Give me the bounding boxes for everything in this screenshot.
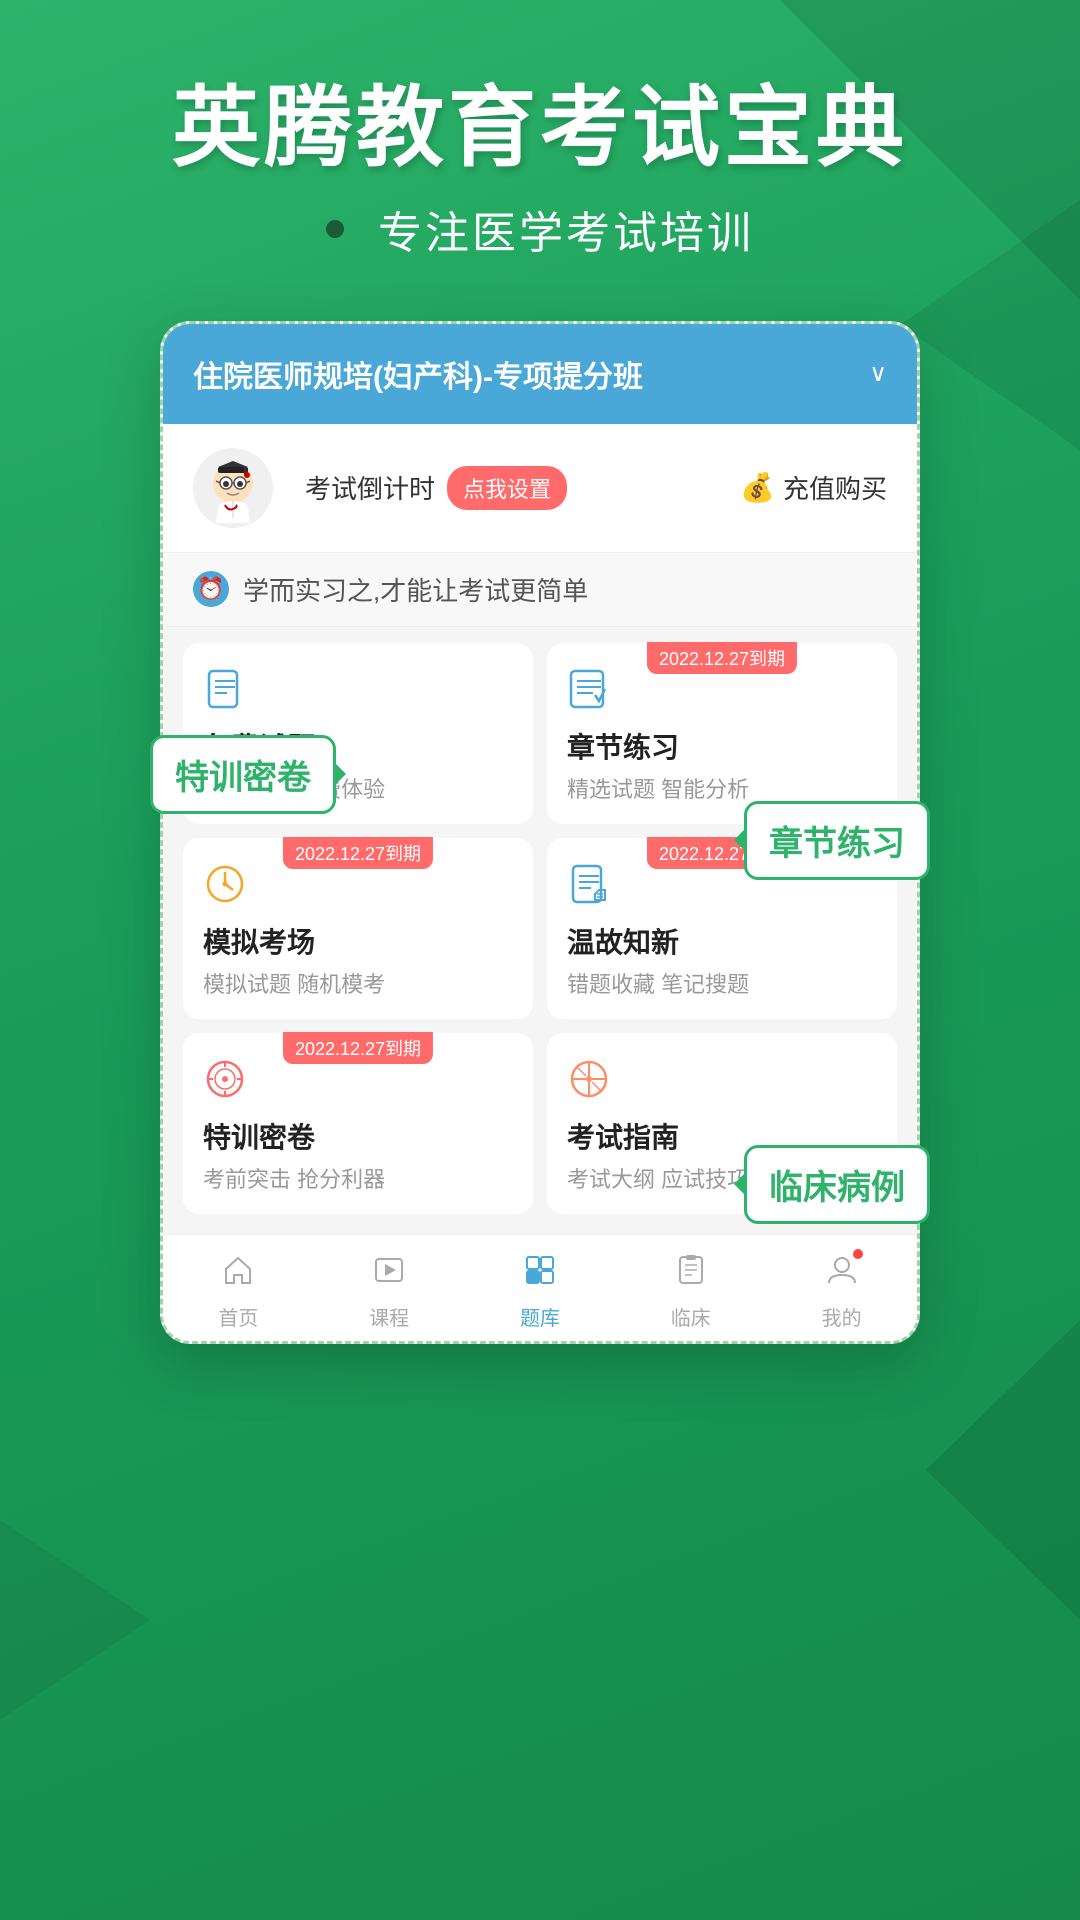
dot-decoration [326,220,344,238]
mascot-avatar [193,448,273,528]
mock-icon [203,862,513,911]
nav-item-clinical[interactable]: 临床 [615,1253,766,1331]
app-header: 住院医师规培(妇产科)-专项提分班 ∨ [163,324,917,424]
free-icon [203,667,513,716]
user-row: 考试倒计时 点我设置 💰 充值购买 [163,424,917,553]
tiku-icon [523,1253,557,1296]
mock-expire-badge: 2022.12.27到期 [283,837,433,869]
header: 英腾教育考试宝典 专注医学考试培训 [0,0,1080,301]
review-title: 温故知新 [567,921,877,961]
secret-expire-badge: 2022.12.27到期 [283,1032,433,1064]
callout-chapter: 章节练习 [744,801,930,880]
callout-clinical: 临床病例 [744,1145,930,1224]
home-icon [221,1253,255,1296]
mine-icon [825,1253,859,1296]
grid-item-secret[interactable]: 2022.12.27到期 特训密卷 考前突击 抢分利器 [183,1033,533,1214]
guide-icon [567,1057,877,1106]
nav-item-mine[interactable]: 我的 [766,1253,917,1331]
recharge-label: 充值购买 [783,469,887,506]
chapter-subtitle: 精选试题 智能分析 [567,772,877,804]
nav-item-home[interactable]: 首页 [163,1253,314,1331]
grid-item-mock[interactable]: 2022.12.27到期 模拟考场 模拟试题 随机模考 [183,838,533,1019]
countdown-label: 考试倒计时 [305,469,435,506]
dropdown-arrow-icon[interactable]: ∨ [869,359,887,388]
recharge-button[interactable]: 💰 充值购买 [740,469,887,506]
nav-label-mine: 我的 [822,1302,862,1331]
course-title: 住院医师规培(妇产科)-专项提分班 [193,352,861,396]
motto-row: ⏰ 学而实习之,才能让考试更简单 [163,553,917,627]
secret-subtitle: 考前突击 抢分利器 [203,1162,513,1194]
grid-item-chapter[interactable]: 2022.12.27到期 章节练习 精选试题 智能分析 [547,643,897,824]
chapter-title: 章节练习 [567,726,877,766]
phone-container: 章节练习 特训密卷 住院医师规培(妇产科)-专项提分班 ∨ [160,321,920,1344]
countdown-set-button[interactable]: 点我设置 [447,466,567,510]
bottom-nav: 首页 课程 [163,1234,917,1341]
mock-title: 模拟考场 [203,921,513,961]
chapter-expire-badge: 2022.12.27到期 [647,642,797,674]
main-title: 英腾教育考试宝典 [60,80,1020,177]
avatar [193,448,273,528]
nav-label-course: 课程 [369,1302,409,1331]
bg-shape-bottom-right [860,1320,1080,1620]
nav-label-home: 首页 [218,1302,258,1331]
avatar-section: 考试倒计时 点我设置 [193,448,567,528]
mock-subtitle: 模拟试题 随机模考 [203,967,513,999]
motto-text: 学而实习之,才能让考试更简单 [243,571,588,608]
bg-shape-bottom-left [0,1520,150,1720]
nav-item-tiku[interactable]: 题库 [465,1253,616,1331]
countdown-section: 考试倒计时 点我设置 [305,466,567,510]
nav-label-tiku: 题库 [520,1302,560,1331]
feature-grid: 免费试题 精选好题 免费体验 2022.12.27到期 章节练习 精选试题 智能… [163,627,917,1234]
review-subtitle: 错题收藏 笔记搜题 [567,967,877,999]
mascot-svg [198,453,268,523]
secret-icon [203,1057,513,1106]
nav-label-clinical: 临床 [671,1302,711,1331]
money-icon: 💰 [740,471,775,504]
secret-title: 特训密卷 [203,1116,513,1156]
chapter-icon [567,667,877,716]
clock-icon: ⏰ [193,571,229,607]
nav-item-course[interactable]: 课程 [314,1253,465,1331]
clinical-icon [674,1253,708,1296]
subtitle: 专注医学考试培训 [378,197,754,261]
course-icon [372,1253,406,1296]
callout-secret: 特训密卷 [150,735,336,814]
